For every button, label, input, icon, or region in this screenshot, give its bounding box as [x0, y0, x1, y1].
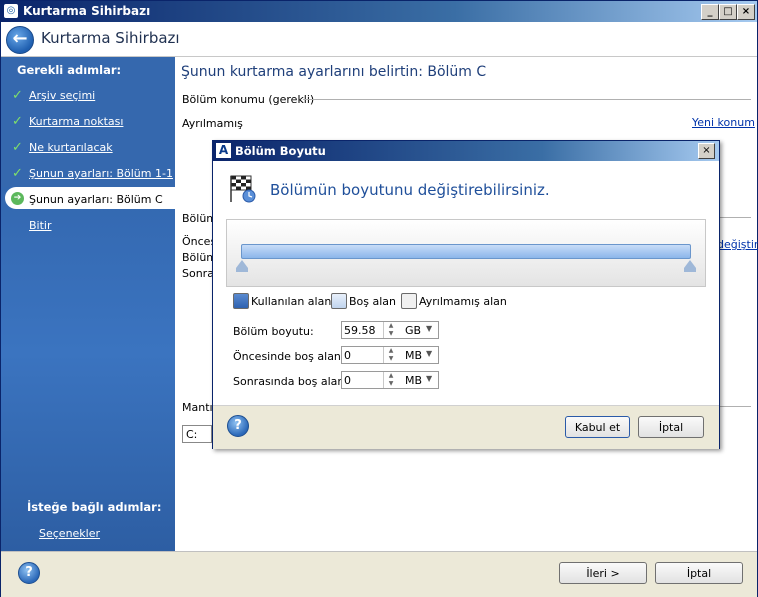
- legend-free-space: Boş alan: [349, 295, 397, 308]
- location-value: Ayrılmamış: [182, 117, 243, 130]
- partition-size-value[interactable]: 59.58: [344, 324, 376, 337]
- optional-steps-heading: İsteğe bağlı adımlar:: [27, 500, 162, 514]
- help-icon[interactable]: ?: [227, 415, 249, 437]
- minimize-button[interactable]: _: [701, 4, 719, 20]
- section-divider: [303, 99, 751, 100]
- location-section-heading: Bölüm konumu (gerekli): [182, 93, 315, 106]
- free-after-value[interactable]: 0: [344, 374, 351, 387]
- page-title: Şunun kurtarma ayarlarını belirtin: Bölü…: [181, 64, 487, 80]
- sidebar-item-archive-selection[interactable]: Arşiv seçimi: [29, 89, 95, 102]
- window-title: Kurtarma Sihirbazı: [23, 4, 151, 18]
- wizard-header: ← Kurtarma Sihirbazı: [1, 22, 757, 57]
- acronis-icon: A: [216, 143, 231, 158]
- chevron-down-icon[interactable]: ▼: [426, 324, 432, 333]
- steps-sidebar: Gerekli adımlar: ✓ Arşiv seçimi ✓ Kurtar…: [1, 57, 175, 551]
- back-arrow-icon[interactable]: ←: [6, 26, 34, 54]
- legend-unallocated-space: Ayrılmamış alan: [419, 295, 507, 308]
- spinner-arrows[interactable]: ▲ ▼: [383, 322, 398, 338]
- dialog-title-bar: A Bölüm Boyutu ×: [213, 141, 719, 161]
- free-after-unit[interactable]: MB: [405, 374, 422, 387]
- legend-used-space: Kullanılan alan: [251, 295, 332, 308]
- required-steps-heading: Gerekli adımlar:: [17, 63, 122, 77]
- used-space-swatch: [233, 293, 249, 309]
- wizard-footer: ? İleri > İptal: [1, 551, 757, 597]
- free-before-label: Öncesinde boş alan:: [233, 350, 345, 363]
- sidebar-item-settings-partition-c[interactable]: Şunun ayarları: Bölüm C: [29, 193, 163, 206]
- free-before-spinner[interactable]: 0 ▲ ▼ MB ▼: [341, 346, 439, 364]
- help-icon[interactable]: ?: [18, 562, 40, 584]
- partition-size-spinner[interactable]: 59.58 ▲ ▼ GB ▼: [341, 321, 439, 339]
- free-before-unit[interactable]: MB: [405, 349, 422, 362]
- app-icon: ◎: [4, 4, 18, 18]
- chevron-down-icon[interactable]: ▼: [426, 374, 432, 383]
- close-button[interactable]: ×: [737, 4, 755, 20]
- title-bar: ◎ Kurtarma Sihirbazı _ □ ×: [1, 1, 757, 22]
- options-link[interactable]: Seçenekler: [39, 527, 100, 540]
- check-icon: ✓: [12, 114, 23, 129]
- free-after-label: Sonrasında boş alan:: [233, 375, 349, 388]
- sidebar-item-settings-partition-1-1[interactable]: Şunun ayarları: Bölüm 1-1: [29, 167, 173, 180]
- partition-size-dialog: A Bölüm Boyutu × Bölümün boyutunu değişt…: [212, 140, 720, 449]
- next-button[interactable]: İleri >: [559, 562, 647, 584]
- checkered-flag-icon: [230, 175, 256, 203]
- spinner-arrows[interactable]: ▲ ▼: [383, 372, 398, 388]
- partition-size-slider[interactable]: [226, 219, 706, 287]
- left-slider-handle[interactable]: [236, 260, 248, 268]
- new-location-link[interactable]: Yeni konum: [692, 116, 755, 129]
- dialog-title: Bölüm Boyutu: [235, 144, 326, 158]
- current-arrow-icon: ➔: [11, 192, 24, 205]
- wizard-title: Kurtarma Sihirbazı: [41, 29, 180, 47]
- partition-bar[interactable]: [241, 244, 691, 259]
- sidebar-item-what-to-recover[interactable]: Ne kurtarılacak: [29, 141, 113, 154]
- partition-size-label: Bölüm boyutu:: [233, 325, 314, 338]
- change-link[interactable]: değiştir: [717, 238, 758, 251]
- free-after-spinner[interactable]: 0 ▲ ▼ MB ▼: [341, 371, 439, 389]
- dialog-close-button[interactable]: ×: [698, 143, 715, 159]
- right-slider-handle[interactable]: [684, 260, 696, 268]
- free-before-value[interactable]: 0: [344, 349, 351, 362]
- unallocated-space-swatch: [401, 293, 417, 309]
- dialog-headline: Bölümün boyutunu değiştirebilirsiniz.: [270, 181, 550, 199]
- check-icon: ✓: [12, 140, 23, 155]
- partition-size-unit[interactable]: GB: [405, 324, 421, 337]
- ok-button[interactable]: Kabul et: [565, 416, 630, 438]
- dialog-footer: ? Kabul et İptal: [213, 405, 719, 449]
- cancel-button[interactable]: İptal: [655, 562, 743, 584]
- section-divider: [715, 406, 751, 407]
- check-icon: ✓: [12, 88, 23, 103]
- sidebar-item-finish[interactable]: Bitir: [29, 219, 52, 232]
- maximize-button[interactable]: □: [719, 4, 737, 20]
- recovery-wizard-window: ◎ Kurtarma Sihirbazı _ □ × ← Kurtarma Si…: [0, 0, 758, 597]
- free-space-swatch: [331, 293, 347, 309]
- drive-letter-select[interactable]: C:: [182, 425, 212, 443]
- chevron-down-icon[interactable]: ▼: [426, 349, 432, 358]
- dialog-cancel-button[interactable]: İptal: [638, 416, 704, 438]
- section-divider: [715, 217, 751, 218]
- after-label: Sonra: [182, 267, 214, 280]
- spinner-arrows[interactable]: ▲ ▼: [383, 347, 398, 363]
- sidebar-item-recovery-point[interactable]: Kurtarma noktası: [29, 115, 123, 128]
- check-icon: ✓: [12, 166, 23, 181]
